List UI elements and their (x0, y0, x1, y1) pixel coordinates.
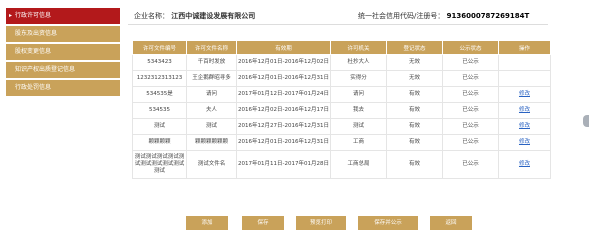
cell-authority: 测试 (330, 118, 387, 135)
cell-license-name: 夫人 (186, 102, 237, 119)
cell-pub-status: 已公示 (442, 150, 499, 179)
cell-validity: 2017年01月11日-2017年01月28日 (236, 150, 331, 179)
cell-reg-status: 有效 (386, 118, 443, 135)
cell-license-name: 王企鹅群昭寻多 (186, 70, 237, 87)
cell-license-no: 5343423 (132, 54, 187, 71)
save-button[interactable]: 保存 (242, 216, 284, 230)
cell-operation (498, 54, 551, 71)
cell-license-no: 1232312313123 (132, 70, 187, 87)
cell-license-name: 千百时发放 (186, 54, 237, 71)
credit-code-label: 统一社会信用代码/注册号： (358, 12, 445, 20)
sidebar-item-label: 股权变更信息 (15, 48, 52, 55)
cell-license-name: 颗颗颗颗颗颗 (186, 134, 237, 151)
edit-link[interactable]: 修改 (498, 102, 551, 119)
edit-link[interactable]: 修改 (498, 150, 551, 179)
cell-reg-status: 有效 (386, 86, 443, 103)
edit-link[interactable]: 修改 (498, 86, 551, 103)
table-row: 测试测试测试测试测试测试测试测试测试测试 测试文件名 2017年01月11日-2… (132, 150, 551, 179)
sidebar-item-label: 行政处罚信息 (15, 84, 52, 91)
cell-pub-status: 已公示 (442, 70, 499, 87)
cell-reg-status: 有效 (386, 134, 443, 151)
cell-pub-status: 已公示 (442, 118, 499, 135)
sidebar: ▸ 行政许可信息 股东及出资信息 股权变更信息 知识产权出质登记信息 行政处罚信… (0, 0, 124, 243)
cell-license-name: 测试文件名 (186, 150, 237, 179)
table-header-row: 许可文件编号 许可文件名称 有效期 许可机关 登记状态 公示状态 操作 (132, 40, 551, 55)
cell-license-name: 请问 (186, 86, 237, 103)
cell-authority: 杜抄大人 (330, 54, 387, 71)
license-table: 许可文件编号 许可文件名称 有效期 许可机关 登记状态 公示状态 操作 5343… (132, 40, 551, 179)
cell-validity: 2016年12月01日-2016年12月02日 (236, 54, 331, 71)
cell-license-no: 测试测试测试测试测试测试测试测试测试测试 (132, 150, 187, 179)
scroll-handle[interactable] (583, 115, 589, 127)
sidebar-item-ip-pledge[interactable]: 知识产权出质登记信息 (6, 62, 120, 78)
col-header-operation: 操作 (498, 40, 551, 55)
cell-reg-status: 有效 (386, 150, 443, 179)
cell-pub-status: 已公示 (442, 134, 499, 151)
cell-reg-status: 无效 (386, 54, 443, 71)
caret-right-icon: ▸ (9, 12, 13, 19)
table-row: 5343423 千百时发放 2016年12月01日-2016年12月02日 杜抄… (132, 54, 551, 71)
col-header-license-no: 许可文件编号 (132, 40, 187, 55)
sidebar-item-admin-license[interactable]: ▸ 行政许可信息 (6, 8, 120, 24)
cell-license-no: 534535 (132, 102, 187, 119)
cell-authority: 我去 (330, 102, 387, 119)
cell-pub-status: 已公示 (442, 102, 499, 119)
preview-print-button[interactable]: 预览打印 (296, 216, 346, 230)
cell-license-name: 测试 (186, 118, 237, 135)
table-row: 1232312313123 王企鹅群昭寻多 2016年12月01日-2016年1… (132, 70, 551, 87)
back-button[interactable]: 返回 (430, 216, 472, 230)
col-header-authority: 许可机关 (330, 40, 387, 55)
sidebar-item-shareholders[interactable]: 股东及出资信息 (6, 26, 120, 42)
col-header-validity: 有效期 (236, 40, 331, 55)
cell-pub-status: 已公示 (442, 86, 499, 103)
cell-authority: 请问 (330, 86, 387, 103)
add-button[interactable]: 添加 (186, 216, 228, 230)
cell-license-no: 测试 (132, 118, 187, 135)
cell-validity: 2017年01月12日-2017年01月24日 (236, 86, 331, 103)
table-row: 534535 夫人 2016年12月02日-2016年12月17日 我去 有效 … (132, 102, 551, 119)
company-info-bar: 企业名称： 江西中诚建设发展有限公司 统一社会信用代码/注册号： 9136000… (128, 7, 548, 25)
cell-reg-status: 无效 (386, 70, 443, 87)
col-header-pub-status: 公示状态 (442, 40, 499, 55)
cell-reg-status: 有效 (386, 102, 443, 119)
cell-license-no: 534535是 (132, 86, 187, 103)
edit-link[interactable]: 修改 (498, 134, 551, 151)
cell-validity: 2016年12月01日-2016年12月31日 (236, 134, 331, 151)
cell-validity: 2016年12月02日-2016年12月17日 (236, 102, 331, 119)
cell-authority: 实得分 (330, 70, 387, 87)
sidebar-item-admin-penalty[interactable]: 行政处罚信息 (6, 80, 120, 96)
cell-validity: 2016年12月27日-2016年12月31日 (236, 118, 331, 135)
company-name: 江西中诚建设发展有限公司 (171, 12, 256, 20)
sidebar-item-label: 知识产权出质登记信息 (15, 66, 76, 73)
table-row: 534535是 请问 2017年01月12日-2017年01月24日 请问 有效… (132, 86, 551, 103)
col-header-license-name: 许可文件名称 (186, 40, 237, 55)
sidebar-item-equity-change[interactable]: 股权变更信息 (6, 44, 120, 60)
main-panel: 企业名称： 江西中诚建设发展有限公司 统一社会信用代码/注册号： 9136000… (124, 0, 589, 243)
edit-link[interactable]: 修改 (498, 118, 551, 135)
save-publish-button[interactable]: 保存并公示 (358, 216, 418, 230)
company-name-label: 企业名称： (134, 12, 169, 20)
table-row: 颗颗颗颗 颗颗颗颗颗颗 2016年12月01日-2016年12月31日 工商 有… (132, 134, 551, 151)
cell-pub-status: 已公示 (442, 54, 499, 71)
table-row: 测试 测试 2016年12月27日-2016年12月31日 测试 有效 已公示 … (132, 118, 551, 135)
cell-operation (498, 70, 551, 87)
credit-code: 9136000787269184T (446, 12, 530, 20)
cell-license-no: 颗颗颗颗 (132, 134, 187, 151)
cell-authority: 工商 (330, 134, 387, 151)
col-header-reg-status: 登记状态 (386, 40, 443, 55)
sidebar-item-label: 股东及出资信息 (15, 30, 58, 37)
cell-validity: 2016年12月01日-2016年12月31日 (236, 70, 331, 87)
cell-authority: 工商总局 (330, 150, 387, 179)
sidebar-item-label: 行政许可信息 (15, 12, 52, 19)
